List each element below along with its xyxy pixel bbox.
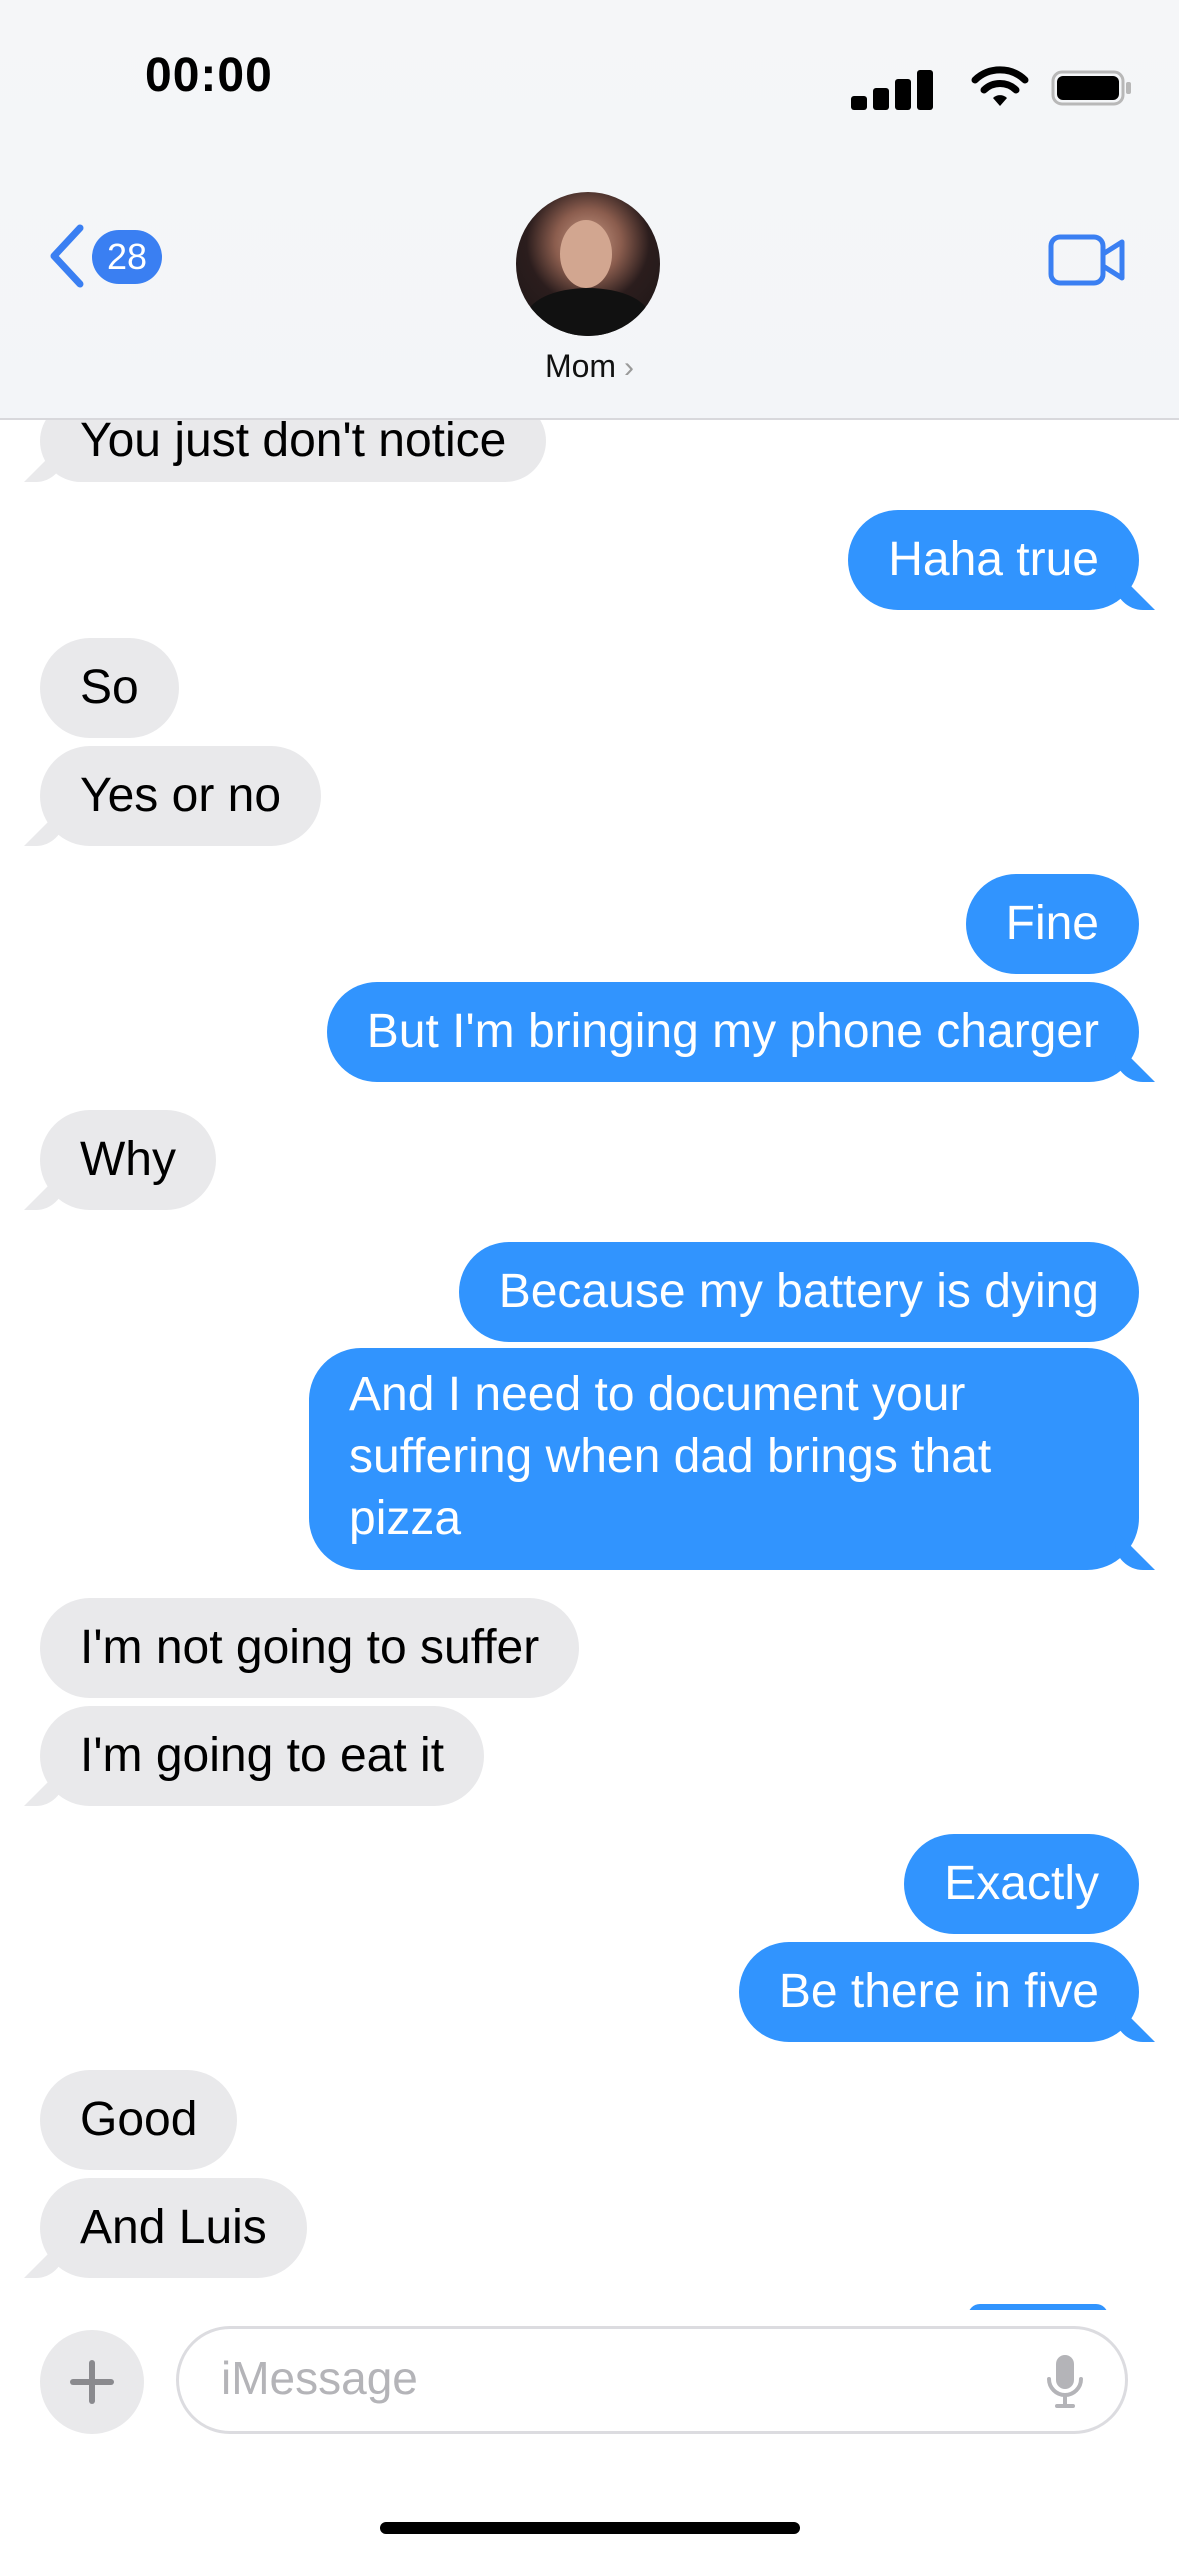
- facetime-video-icon[interactable]: [1048, 232, 1126, 288]
- imessage-input[interactable]: iMessage: [176, 2326, 1128, 2434]
- message-bubble-incoming[interactable]: Good: [40, 2070, 238, 2170]
- microphone-icon[interactable]: [1043, 2353, 1087, 2411]
- message-bubble-outgoing[interactable]: But I'm bringing my phone charger: [326, 982, 1139, 1082]
- message-bubble-incoming[interactable]: I'm not going to suffer: [40, 1598, 580, 1698]
- avatar-face: [560, 220, 612, 288]
- message-bubble-outgoing[interactable]: Exactly: [904, 1834, 1139, 1934]
- back-button[interactable]: 28: [44, 222, 174, 292]
- contact-name: Mom: [544, 348, 617, 384]
- contact-name-button[interactable]: Mom ›: [0, 348, 1179, 385]
- battery-icon: [1051, 70, 1131, 106]
- chevron-right-icon: ›: [624, 351, 635, 384]
- cellular-signal-icon: [851, 66, 951, 110]
- imessage-placeholder: iMessage: [221, 2352, 418, 2404]
- message-bubble-incoming[interactable]: And Luis: [40, 2178, 307, 2278]
- message-bubble-incoming[interactable]: So: [40, 638, 179, 738]
- message-composer: iMessage: [0, 2310, 1179, 2556]
- apps-plus-button[interactable]: [40, 2330, 144, 2434]
- message-bubble-outgoing[interactable]: Be there in five: [738, 1942, 1139, 2042]
- contact-avatar[interactable]: [516, 192, 660, 336]
- chevron-left-icon: [50, 224, 84, 288]
- message-bubble-outgoing[interactable]: Because my battery is dying: [458, 1242, 1139, 1342]
- conversation-header: 00:00 28 Mom ›: [0, 0, 1179, 420]
- message-bubble-outgoing[interactable]: Fine: [965, 874, 1139, 974]
- message-bubble-outgoing[interactable]: And I need to document your suffering wh…: [309, 1348, 1139, 1570]
- home-indicator[interactable]: [380, 2522, 800, 2534]
- avatar-shirt: [526, 288, 650, 336]
- message-bubble-incoming[interactable]: Why: [40, 1110, 216, 1210]
- message-bubble-outgoing[interactable]: Haha true: [848, 510, 1139, 610]
- message-bubble-incoming[interactable]: Yes or no: [40, 746, 322, 846]
- message-bubble-incoming[interactable]: I'm going to eat it: [40, 1706, 485, 1806]
- status-time: 00:00: [145, 49, 273, 102]
- unread-count-badge: 28: [92, 230, 162, 284]
- wifi-icon: [971, 66, 1029, 106]
